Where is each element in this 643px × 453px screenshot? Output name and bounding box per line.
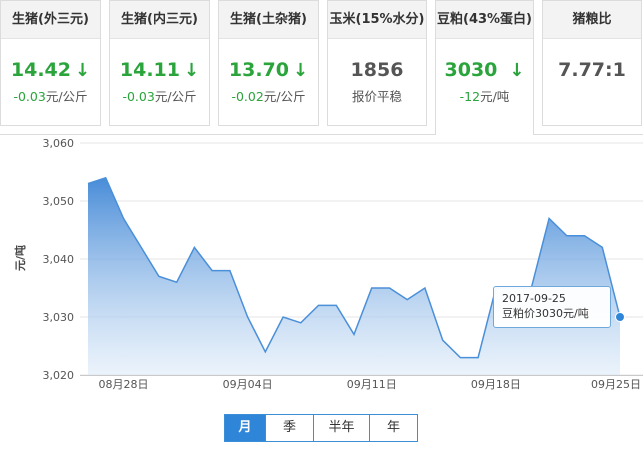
y-tick-label: 3,040 <box>43 253 75 266</box>
y-tick-label: 3,020 <box>43 369 75 382</box>
card-value: 3030 ↓ <box>436 57 533 83</box>
card-title: 豆粕(43%蛋白) <box>436 1 533 39</box>
down-arrow-icon: ↓ <box>509 60 525 81</box>
period-quarter-button[interactable]: 季 <box>266 414 314 442</box>
period-month-button[interactable]: 月 <box>224 414 266 442</box>
y-tick-label: 3,060 <box>43 137 75 150</box>
highlighted-data-point[interactable] <box>615 312 625 322</box>
data-points <box>615 312 625 322</box>
x-axis: 08月28日 09月04日 09月11日 09月18日 09月25日 <box>80 375 643 391</box>
period-year-button[interactable]: 年 <box>370 414 418 442</box>
chart-tooltip: 2017-09-25 豆粕价3030元/吨 <box>493 286 611 328</box>
card-change: -12元/吨 <box>436 88 533 106</box>
x-tick-label: 09月04日 <box>223 378 273 391</box>
change-unit: 元/吨 <box>480 89 510 104</box>
price-area <box>88 177 620 375</box>
change-value: -12 <box>459 89 481 104</box>
price-card-soymeal[interactable]: 豆粕(43%蛋白) 3030 ↓ -12元/吨 <box>435 0 534 135</box>
price-value: 3030 <box>444 59 498 81</box>
tooltip-date: 2017-09-25 <box>502 292 566 305</box>
x-tick-label: 09月18日 <box>471 378 521 391</box>
price-chart: 3,020 3,030 3,040 3,050 3,060 元/吨 08月28日 09月0… <box>13 137 643 391</box>
period-selector: 月 季 半年 年 <box>224 414 418 442</box>
x-tick-label: 08月28日 <box>98 378 148 391</box>
y-tick-label: 3,030 <box>43 311 75 324</box>
y-axis: 3,020 3,030 3,040 3,050 3,060 <box>43 137 75 382</box>
x-tick-label: 09月25日 <box>591 378 641 391</box>
y-axis-label: 元/吨 <box>13 245 27 271</box>
period-halfyear-button[interactable]: 半年 <box>314 414 370 442</box>
tooltip-text: 豆粕价3030元/吨 <box>502 307 589 320</box>
y-tick-label: 3,050 <box>43 195 75 208</box>
x-tick-label: 09月11日 <box>347 378 397 391</box>
